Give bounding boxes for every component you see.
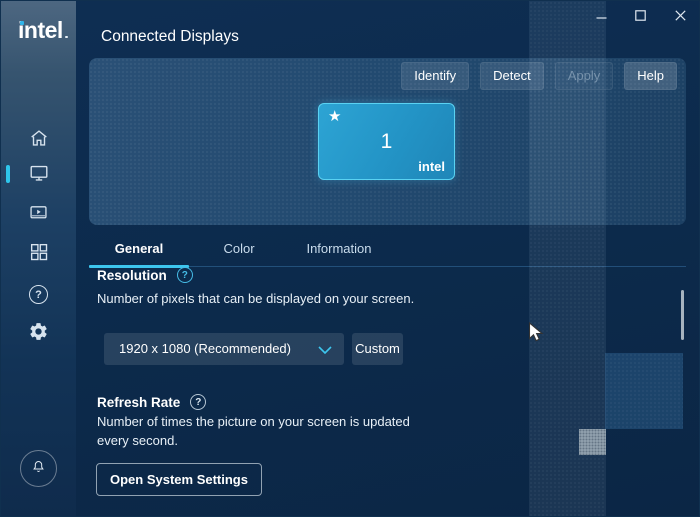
resolution-title: Resolution	[97, 267, 167, 283]
acrylic-gray-square	[579, 429, 606, 455]
intel-logo-text: intel	[18, 17, 63, 43]
detect-button[interactable]: Detect	[480, 62, 544, 90]
acrylic-blue-square	[605, 353, 683, 429]
close-button[interactable]	[669, 6, 691, 28]
refresh-rate-description: Number of times the picture on your scre…	[97, 414, 410, 448]
tab-information[interactable]: Information	[289, 232, 389, 266]
tab-information-label: Information	[306, 241, 372, 256]
resolution-help-icon[interactable]: ?	[176, 267, 193, 283]
sidebar-item-home[interactable]	[25, 127, 52, 154]
page-title: Connected Displays	[101, 28, 239, 45]
resolution-dropdown-value: 1920 x 1080 (Recommended)	[119, 341, 291, 356]
question-circle-icon: ?	[29, 285, 48, 304]
open-system-settings-button[interactable]: Open System Settings	[96, 463, 262, 496]
close-icon	[674, 8, 686, 26]
home-icon	[28, 127, 50, 154]
display-arrangement-panel: Identify Detect Apply Help ★ 1 intel	[89, 58, 686, 225]
sidebar-item-apps[interactable]	[25, 241, 52, 268]
maximize-icon	[634, 8, 646, 26]
bell-icon	[30, 458, 47, 480]
active-nav-indicator	[6, 165, 10, 183]
maximize-button[interactable]	[629, 6, 651, 28]
refresh-rate-help-icon[interactable]: ?	[190, 394, 207, 410]
sidebar: intel ?	[1, 1, 76, 516]
monitor-brand-label: intel	[418, 159, 445, 174]
sidebar-item-support[interactable]: ?	[25, 281, 52, 308]
mouse-cursor	[528, 321, 547, 349]
display-toolbar: Identify Detect Apply Help	[401, 62, 677, 90]
refresh-rate-header: Refresh Rate ?	[97, 394, 207, 410]
notifications-button[interactable]	[20, 450, 57, 487]
tab-color-label: Color	[223, 241, 255, 256]
sidebar-item-displays[interactable]	[25, 162, 52, 189]
sidebar-item-settings[interactable]	[25, 320, 52, 347]
resolution-description: Number of pixels that can be displayed o…	[97, 291, 415, 306]
grid-icon	[28, 241, 50, 268]
apply-button: Apply	[554, 62, 614, 90]
custom-resolution-button[interactable]: Custom	[352, 333, 403, 365]
refresh-rate-title: Refresh Rate	[97, 394, 181, 410]
video-play-icon	[28, 202, 49, 228]
intel-logo-blue-dot	[20, 21, 24, 25]
tab-general[interactable]: General	[89, 232, 189, 268]
minimize-icon	[596, 8, 607, 26]
settings-tabs: General Color Information	[89, 232, 686, 268]
resolution-dropdown[interactable]: 1920 x 1080 (Recommended)	[104, 333, 344, 365]
sidebar-item-media[interactable]	[25, 201, 52, 228]
display-icon	[28, 162, 50, 189]
minimize-button[interactable]	[590, 6, 612, 28]
intel-logo: intel	[18, 17, 68, 43]
identify-button[interactable]: Identify	[401, 62, 470, 90]
monitor-tile-1[interactable]: ★ 1 intel	[318, 103, 455, 180]
help-button[interactable]: Help	[624, 62, 677, 90]
resolution-header: Resolution ?	[97, 267, 193, 283]
gear-icon	[28, 321, 49, 347]
tab-general-label: General	[114, 241, 164, 256]
primary-display-star-icon: ★	[328, 108, 342, 125]
tab-color[interactable]: Color	[189, 232, 289, 266]
intel-logo-trademark-dot	[65, 35, 68, 38]
monitor-number: 1	[380, 130, 393, 153]
scrollbar-thumb[interactable]	[681, 290, 684, 340]
app-window: intel ? Connected Displays Identify Dete…	[0, 0, 700, 517]
